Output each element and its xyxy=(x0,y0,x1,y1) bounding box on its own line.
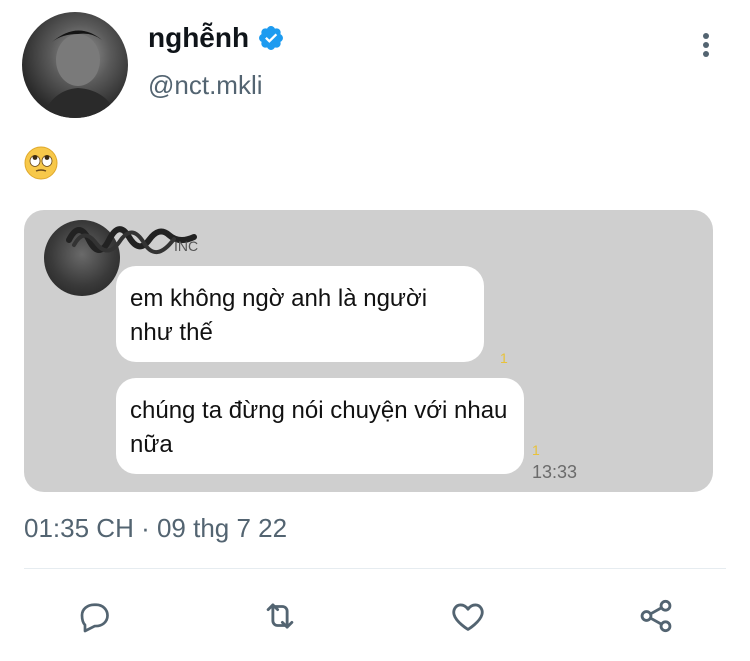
retweet-button[interactable] xyxy=(260,596,300,636)
author-handle[interactable]: @nct.mkli xyxy=(148,70,263,101)
reply-icon xyxy=(80,603,109,633)
sender-name: INC xyxy=(174,238,199,254)
heart-icon xyxy=(452,603,484,631)
share-button[interactable] xyxy=(636,596,676,636)
chat-message: chúng ta đừng nói chuyện với nhau nữa xyxy=(116,378,524,474)
read-count: 1 xyxy=(500,350,508,366)
retweet-icon xyxy=(266,603,294,629)
attached-chat-screenshot[interactable]: INC em không ngờ anh là người như thế 1 … xyxy=(24,210,713,492)
read-count: 1 xyxy=(532,442,540,458)
share-icon xyxy=(640,599,672,633)
reply-button[interactable] xyxy=(74,596,114,636)
tweet-text: 🙄 xyxy=(24,146,58,180)
tweet-timestamp[interactable]: 01:35 CH · 09 thg 7 22 xyxy=(24,513,287,544)
divider xyxy=(24,568,726,569)
chat-message: em không ngờ anh là người như thế xyxy=(116,266,484,362)
verified-badge-icon xyxy=(259,26,284,50)
more-options-icon[interactable] xyxy=(694,30,718,60)
like-button[interactable] xyxy=(448,596,488,636)
message-time: 13:33 xyxy=(532,462,578,482)
author-avatar[interactable] xyxy=(22,12,128,118)
author-name[interactable]: nghễnh xyxy=(148,22,249,54)
